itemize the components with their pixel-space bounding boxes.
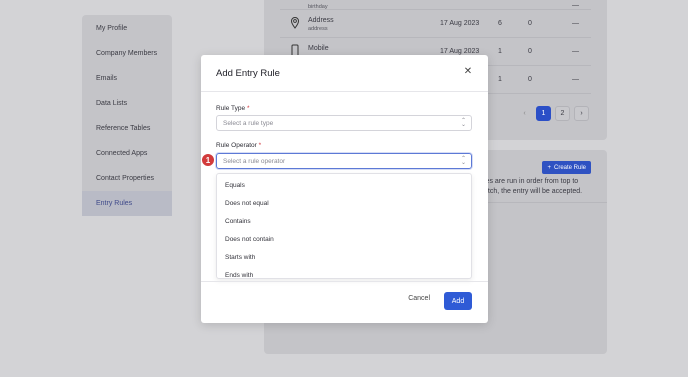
- step-badge: 1: [201, 153, 215, 167]
- row-action[interactable]: —: [572, 76, 579, 83]
- sidebar-item-company-members[interactable]: Company Members: [82, 41, 172, 66]
- property-key: address: [308, 26, 328, 32]
- option-equals[interactable]: Equals: [217, 176, 471, 194]
- table-row[interactable]: birthday —: [280, 0, 591, 10]
- zero-count: 0: [528, 20, 532, 27]
- rules-info-text: les are run in order from top to atch, t…: [484, 177, 606, 197]
- row-action[interactable]: —: [572, 2, 579, 9]
- rule-operator-label-text: Rule Operator: [216, 142, 257, 149]
- usage-count: 6: [498, 20, 502, 27]
- sidebar-item-data-lists[interactable]: Data Lists: [82, 91, 172, 116]
- add-entry-rule-modal: Add Entry Rule ✕ Rule Type * Select a ru…: [201, 55, 488, 323]
- create-rule-label: Create Rule: [553, 164, 586, 171]
- zero-count: 0: [528, 48, 532, 55]
- table-row[interactable]: Address address 17 Aug 2023 6 0 —: [280, 10, 591, 38]
- sidebar-item-emails[interactable]: Emails: [82, 66, 172, 91]
- add-button[interactable]: Add: [444, 292, 472, 310]
- sidebar-item-my-profile[interactable]: My Profile: [82, 16, 172, 41]
- option-ends-with[interactable]: Ends with: [217, 266, 471, 279]
- sidebar-item-connected-apps[interactable]: Connected Apps: [82, 141, 172, 166]
- rules-info-line-2: atch, the entry will be accepted.: [484, 188, 583, 195]
- sidebar-item-reference-tables[interactable]: Reference Tables: [82, 116, 172, 141]
- rule-operator-dropdown: Equals Does not equal Contains Does not …: [216, 173, 472, 279]
- sidebar-item-contact-properties[interactable]: Contact Properties: [82, 166, 172, 191]
- rules-info-line-1: les are run in order from top to: [484, 178, 579, 185]
- rule-operator-label: Rule Operator *: [216, 142, 261, 149]
- option-starts-with[interactable]: Starts with: [217, 248, 471, 266]
- required-mark: *: [258, 142, 262, 149]
- plus-icon: +: [547, 164, 551, 171]
- zero-count: 0: [528, 76, 532, 83]
- rule-operator-select[interactable]: Select a rule operator ⌃ ⌄: [216, 153, 472, 169]
- close-icon[interactable]: ✕: [463, 67, 473, 77]
- property-name: Mobile: [308, 45, 329, 52]
- rule-type-select[interactable]: Select a rule type ⌃ ⌄: [216, 115, 472, 131]
- sidebar-item-entry-rules[interactable]: Entry Rules: [82, 191, 172, 216]
- option-contains[interactable]: Contains: [217, 212, 471, 230]
- page-1-button[interactable]: 1: [536, 106, 551, 121]
- next-page-button[interactable]: ›: [574, 106, 589, 121]
- modal-title: Add Entry Rule: [216, 68, 280, 79]
- chevron-up-down-icon: ⌃ ⌄: [460, 156, 466, 166]
- property-name: Address: [308, 17, 334, 24]
- row-action[interactable]: —: [572, 48, 579, 55]
- created-date: 17 Aug 2023: [440, 48, 480, 55]
- divider: [201, 281, 488, 282]
- rule-operator-placeholder: Select a rule operator: [223, 157, 286, 165]
- calendar-icon: [290, 0, 300, 2]
- pagination: ‹ 1 2 ›: [517, 106, 589, 121]
- prev-page-button[interactable]: ‹: [517, 106, 532, 121]
- option-does-not-equal[interactable]: Does not equal: [217, 194, 471, 212]
- settings-sidebar: My Profile Company Members Emails Data L…: [82, 15, 172, 216]
- rule-type-label-text: Rule Type: [216, 105, 246, 112]
- created-date: 17 Aug 2023: [440, 20, 480, 27]
- usage-count: 1: [498, 48, 502, 55]
- rule-type-label: Rule Type *: [216, 105, 250, 112]
- row-action[interactable]: —: [572, 20, 579, 27]
- required-mark: *: [246, 105, 250, 112]
- location-pin-icon: [290, 16, 300, 30]
- page-2-button[interactable]: 2: [555, 106, 570, 121]
- divider: [201, 91, 488, 92]
- option-does-not-contain[interactable]: Does not contain: [217, 230, 471, 248]
- chevron-up-down-icon: ⌃ ⌄: [460, 118, 466, 128]
- usage-count: 1: [498, 76, 502, 83]
- rule-type-placeholder: Select a rule type: [223, 119, 274, 127]
- cancel-button[interactable]: Cancel: [408, 295, 430, 302]
- create-rule-button[interactable]: + Create Rule: [542, 161, 591, 174]
